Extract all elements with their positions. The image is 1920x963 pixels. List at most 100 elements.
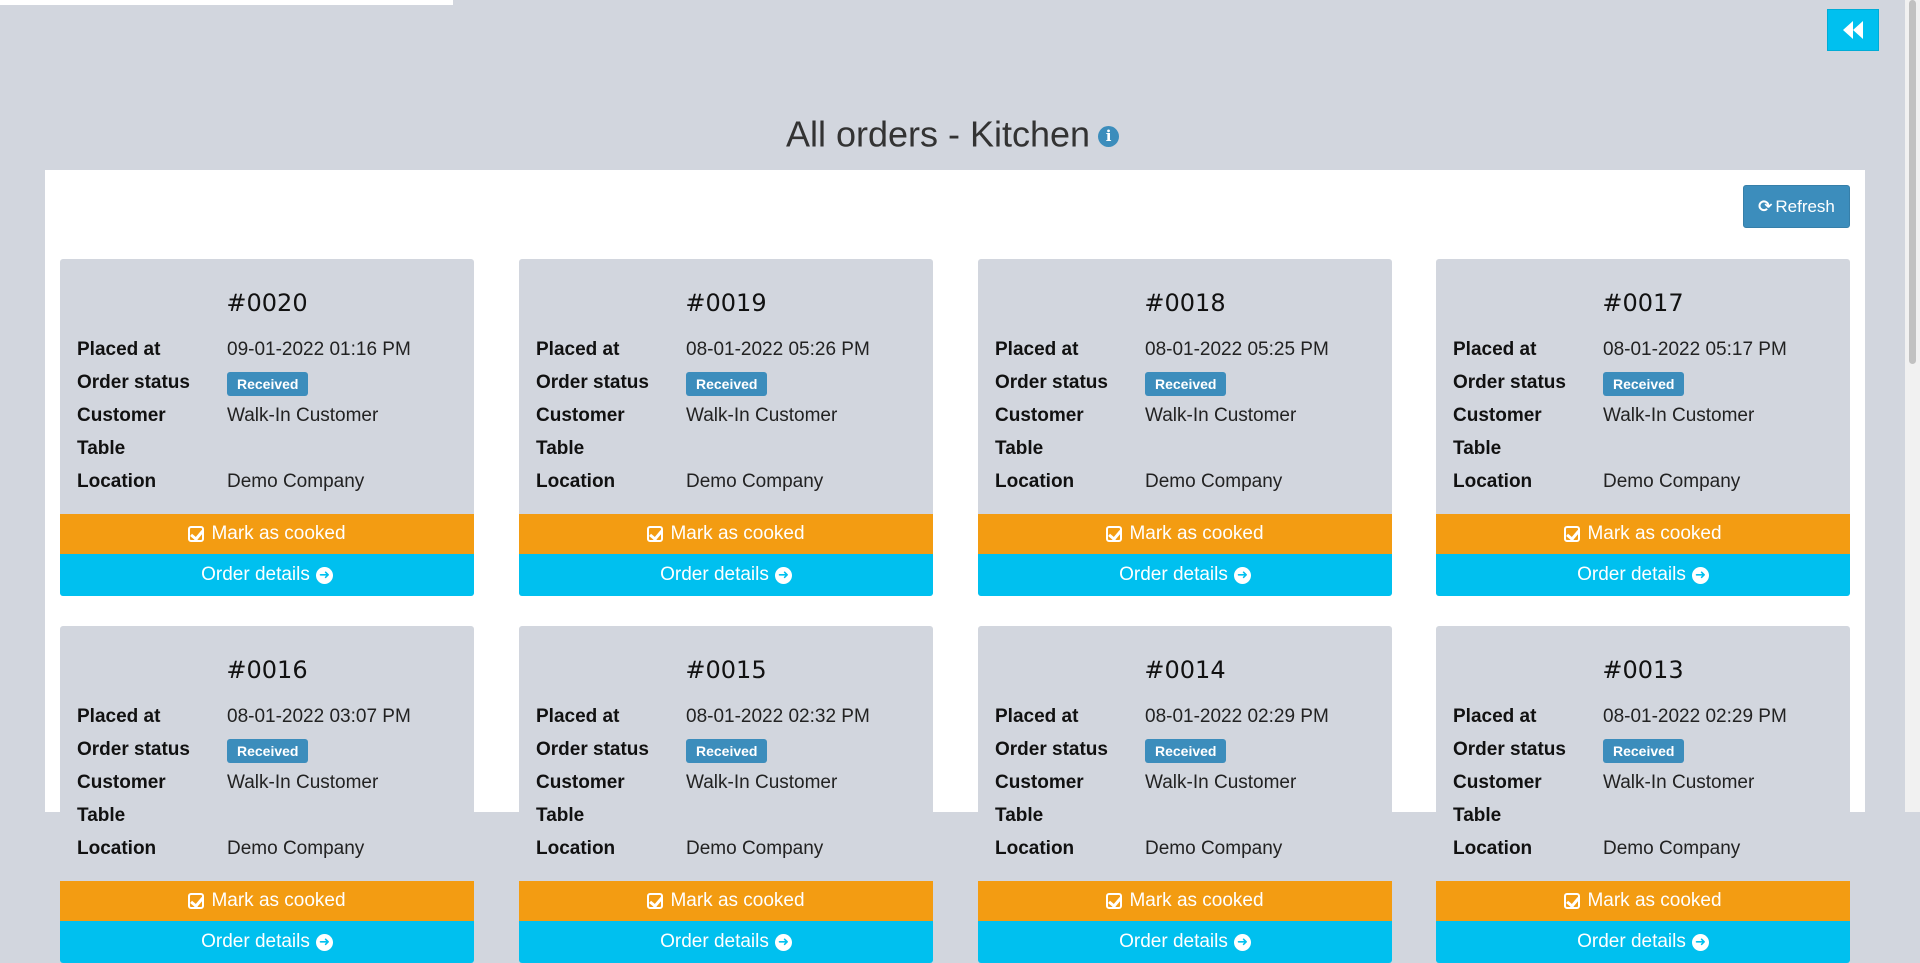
placed-at-row: Placed at 08-01-2022 05:26 PM: [536, 336, 926, 364]
order-number: #0018: [1144, 289, 1226, 317]
customer-value: Walk-In Customer: [1603, 772, 1755, 793]
order-status-value: Received: [1145, 369, 1227, 397]
placed-at-row: Placed at 08-01-2022 02:32 PM: [536, 703, 926, 731]
order-details-button[interactable]: Order details ➜: [1436, 554, 1850, 596]
location-value: Demo Company: [227, 471, 365, 492]
location-row: Location Demo Company: [1453, 468, 1843, 496]
order-details-label: Order details: [660, 564, 769, 585]
location-row: Location Demo Company: [77, 468, 467, 496]
order-status-value: Received: [227, 369, 309, 397]
table-label: Table: [1453, 438, 1502, 459]
order-status-row: Order status Received: [995, 736, 1385, 764]
order-status-label: Order status: [536, 739, 649, 760]
mark-as-cooked-label: Mark as cooked: [211, 890, 346, 911]
arrow-circle-right-icon: ➜: [1233, 933, 1251, 951]
table-label: Table: [995, 805, 1044, 826]
location-value: Demo Company: [1603, 471, 1741, 492]
location-value: Demo Company: [1603, 838, 1741, 859]
refresh-button[interactable]: ⟳ Refresh: [1743, 185, 1850, 228]
placed-at-label: Placed at: [77, 339, 161, 360]
customer-row: Customer Walk-In Customer: [77, 769, 467, 797]
table-label: Table: [77, 438, 126, 459]
arrow-circle-right-icon: ➜: [1691, 566, 1709, 584]
info-circle-icon[interactable]: i: [1098, 125, 1120, 147]
table-label: Table: [77, 805, 126, 826]
order-details-button[interactable]: Order details ➜: [1436, 921, 1850, 963]
mark-as-cooked-button[interactable]: Mark as cooked: [519, 514, 933, 554]
order-status-label: Order status: [995, 372, 1108, 393]
order-status-row: Order status Received: [995, 369, 1385, 397]
mark-as-cooked-button[interactable]: Mark as cooked: [60, 514, 474, 554]
order-card: #0019 Placed at 08-01-2022 05:26 PM Order s…: [519, 259, 933, 596]
mark-as-cooked-button[interactable]: Mark as cooked: [978, 881, 1392, 921]
status-badge: Received: [1603, 739, 1685, 763]
order-status-value: Received: [1603, 736, 1685, 764]
location-row: Location Demo Company: [536, 835, 926, 863]
location-label: Location: [1453, 471, 1533, 492]
placed-at-row: Placed at 08-01-2022 02:29 PM: [1453, 703, 1843, 731]
location-label: Location: [1453, 838, 1533, 859]
order-status-label: Order status: [77, 739, 190, 760]
customer-label: Customer: [995, 405, 1084, 426]
order-number: #0017: [1602, 289, 1684, 317]
placed-at-row: Placed at 08-01-2022 05:25 PM: [995, 336, 1385, 364]
order-status-row: Order status Received: [536, 369, 926, 397]
order-details-button[interactable]: Order details ➜: [978, 554, 1392, 596]
back-button[interactable]: [1827, 9, 1879, 51]
arrow-circle-right-icon: ➜: [315, 566, 333, 584]
location-row: Location Demo Company: [1453, 835, 1843, 863]
table-label: Table: [536, 805, 585, 826]
order-status-row: Order status Received: [77, 736, 467, 764]
order-details-label: Order details: [1119, 564, 1228, 585]
order-card: #0020 Placed at 09-01-2022 01:16 PM Order s…: [60, 259, 474, 596]
table-row: Table: [995, 802, 1385, 830]
order-details-button[interactable]: Order details ➜: [978, 921, 1392, 963]
mark-as-cooked-button[interactable]: Mark as cooked: [1436, 881, 1850, 921]
mark-as-cooked-button[interactable]: Mark as cooked: [1436, 514, 1850, 554]
order-number: #0019: [685, 289, 767, 317]
order-card: #0017 Placed at 08-01-2022 05:17 PM Order s…: [1436, 259, 1850, 596]
customer-label: Customer: [536, 405, 625, 426]
order-details-label: Order details: [1577, 564, 1686, 585]
placed-at-value: 08-01-2022 02:32 PM: [686, 706, 870, 727]
placed-at-label: Placed at: [995, 339, 1079, 360]
order-details-button[interactable]: Order details ➜: [519, 921, 933, 963]
placed-at-label: Placed at: [536, 339, 620, 360]
customer-row: Customer Walk-In Customer: [536, 402, 926, 430]
customer-row: Customer Walk-In Customer: [995, 769, 1385, 797]
customer-row: Customer Walk-In Customer: [995, 402, 1385, 430]
order-number: #0016: [226, 656, 308, 684]
arrow-circle-right-icon: ➜: [1691, 933, 1709, 951]
placed-at-value: 08-01-2022 02:29 PM: [1603, 706, 1787, 727]
table-row: Table: [536, 435, 926, 463]
order-details-button[interactable]: Order details ➜: [60, 554, 474, 596]
scrollbar-thumb[interactable]: [1909, 0, 1916, 364]
order-number: #0013: [1602, 656, 1684, 684]
mark-as-cooked-label: Mark as cooked: [1587, 523, 1722, 544]
placed-at-value: 09-01-2022 01:16 PM: [227, 339, 411, 360]
order-status-label: Order status: [77, 372, 190, 393]
arrow-circle-right-icon: ➜: [774, 566, 792, 584]
mark-as-cooked-button[interactable]: Mark as cooked: [60, 881, 474, 921]
page-title-text: All orders - Kitchen: [785, 113, 1091, 155]
order-status-value: Received: [1145, 736, 1227, 764]
order-details-button[interactable]: Order details ➜: [519, 554, 933, 596]
order-details-button[interactable]: Order details ➜: [60, 921, 474, 963]
customer-value: Walk-In Customer: [1145, 772, 1297, 793]
check-square-icon: [1106, 526, 1123, 542]
table-row: Table: [536, 802, 926, 830]
status-badge: Received: [686, 739, 768, 763]
customer-label: Customer: [536, 772, 625, 793]
order-status-value: Received: [686, 369, 768, 397]
mark-as-cooked-label: Mark as cooked: [1129, 890, 1264, 911]
placed-at-label: Placed at: [536, 706, 620, 727]
mark-as-cooked-button[interactable]: Mark as cooked: [978, 514, 1392, 554]
order-status-row: Order status Received: [536, 736, 926, 764]
location-row: Location Demo Company: [77, 835, 467, 863]
mark-as-cooked-button[interactable]: Mark as cooked: [519, 881, 933, 921]
customer-label: Customer: [1453, 772, 1542, 793]
order-card: #0013 Placed at 08-01-2022 02:29 PM Order s…: [1436, 626, 1850, 963]
arrow-circle-right-icon: ➜: [1233, 566, 1251, 584]
status-badge: Received: [227, 372, 309, 396]
check-square-icon: [1106, 893, 1123, 909]
